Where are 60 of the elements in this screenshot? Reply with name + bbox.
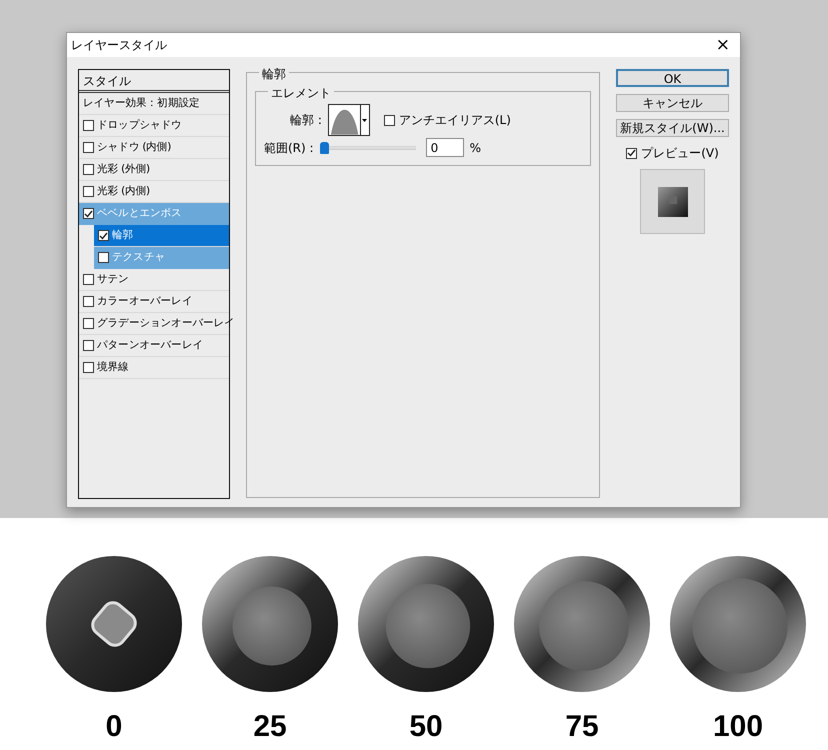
range-slider-thumb[interactable]: [320, 142, 329, 154]
range-value-field[interactable]: 0: [426, 138, 464, 157]
group-title: エレメント: [268, 86, 334, 100]
range-label: 範囲(R) :: [264, 140, 314, 156]
item-label: 輪郭: [112, 228, 134, 243]
item-label: テクスチャ: [112, 250, 166, 265]
contour-label: 輪郭 :: [290, 112, 322, 129]
bevel-preview-icon: [658, 186, 688, 216]
contour-picker[interactable]: [328, 104, 370, 136]
style-list-item[interactable]: サテン: [79, 269, 229, 291]
item-label: シャドウ (内側): [97, 140, 171, 155]
style-list-item[interactable]: ドロップシャドウ: [79, 115, 229, 137]
item-label: ベベルとエンボス: [97, 206, 182, 221]
antialias-checkbox[interactable]: [384, 114, 395, 126]
checkmark-icon: [84, 210, 93, 218]
style-list-item[interactable]: シャドウ (内側): [79, 137, 229, 159]
dialog-button[interactable]: 新規スタイル(W)...: [616, 119, 729, 137]
close-button[interactable]: ×: [712, 36, 734, 54]
style-list-item[interactable]: カラーオーバーレイ: [79, 291, 229, 313]
item-label: 境界線: [97, 360, 129, 375]
group-title: 輪郭: [259, 67, 289, 81]
checkbox[interactable]: [83, 362, 94, 373]
preview-checkbox[interactable]: [626, 148, 638, 158]
caret-icon: [362, 118, 368, 122]
dialog-button[interactable]: OK: [616, 69, 729, 87]
checkmark-icon: [627, 149, 636, 157]
percent-label: %: [470, 140, 481, 156]
style-list-item[interactable]: 輪郭: [94, 225, 229, 247]
item-label: カラーオーバーレイ: [97, 294, 192, 309]
checkbox[interactable]: [83, 142, 94, 153]
sample-label: 50: [409, 712, 443, 742]
style-list-item[interactable]: 境界線: [79, 357, 229, 379]
checkbox[interactable]: [83, 186, 94, 197]
style-list-item[interactable]: レイヤー効果：初期設定: [79, 93, 229, 115]
style-list-item[interactable]: 光彩 (外側): [79, 159, 229, 181]
item-label: 光彩 (内側): [97, 184, 150, 199]
checkbox[interactable]: [83, 120, 94, 131]
window-title: レイヤースタイル: [71, 37, 167, 54]
checkbox[interactable]: [83, 274, 94, 285]
antialias-label: アンチエイリアス(L): [398, 112, 511, 129]
checkbox[interactable]: [98, 252, 109, 263]
item-label: パターンオーバーレイ: [97, 338, 204, 353]
list-header: スタイル: [79, 70, 229, 93]
sample-label: 25: [253, 712, 287, 742]
style-list-item[interactable]: パターンオーバーレイ: [79, 335, 229, 357]
checkbox[interactable]: [83, 340, 94, 351]
item-label: 光彩 (外側): [97, 162, 150, 177]
checkbox[interactable]: [83, 318, 94, 329]
sample-label: 75: [565, 712, 599, 742]
preview-label: プレビュー(V): [641, 145, 719, 162]
sample-label: 0: [106, 712, 122, 742]
checkbox[interactable]: [83, 164, 94, 175]
checkbox[interactable]: [83, 296, 94, 307]
item-label: ドロップシャドウ: [97, 118, 182, 133]
checkbox[interactable]: [98, 230, 109, 241]
item-label: サテン: [97, 272, 129, 287]
checkbox[interactable]: [83, 208, 94, 219]
checkmark-icon: [99, 232, 108, 240]
dialog-button[interactable]: キャンセル: [616, 94, 729, 112]
sample-label: 100: [712, 712, 764, 742]
